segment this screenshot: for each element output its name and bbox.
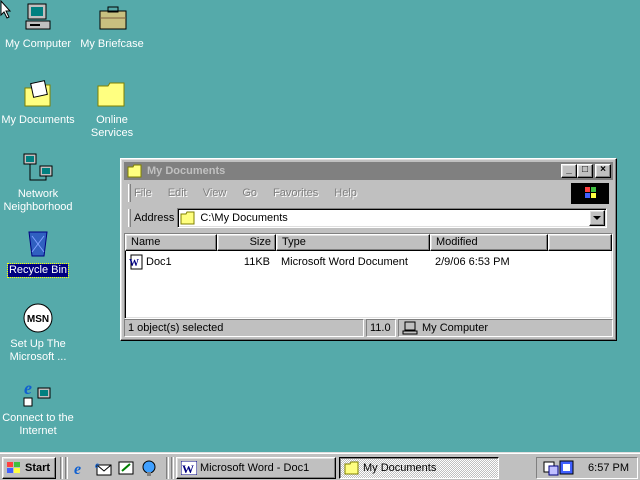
toolbar-grip[interactable] [128,184,131,202]
svg-text:e: e [74,461,81,477]
file-size: 11KB [243,255,270,268]
start-label: Start [25,462,51,474]
desktop-icon-label: Online Services [90,114,134,139]
menu-bar: File Edit View Go Favorites Help [124,181,613,205]
folder-icon [96,78,128,110]
column-header-name[interactable]: Name [125,234,217,251]
word-icon: W [181,461,197,475]
internet-connection-icon: e [22,376,54,408]
file-list[interactable]: Name Size Type Modified W Doc1 11KB Micr… [124,233,613,319]
list-header: Name Size Type Modified [125,234,612,251]
desktop-icon-online-services[interactable]: Online Services [74,78,150,140]
address-label: Address [134,212,175,224]
svg-text:e: e [24,378,32,398]
desktop-icon-connect-internet[interactable]: e Connect to the Internet [0,376,76,438]
recycle-bin-icon [22,228,54,260]
outlook-express-icon[interactable]: e [95,459,113,477]
chevron-down-icon [593,215,601,220]
taskbar-separator [171,457,174,479]
table-row[interactable]: W Doc1 11KB Microsoft Word Document 2/9/… [125,253,612,270]
svg-text:MSN: MSN [27,314,49,325]
address-value: C:\My Documents [200,212,288,224]
desktop-icon-label: Network Neighborhood [3,188,73,213]
scheduler-icon[interactable] [543,460,559,476]
desktop-icon-label: My Computer [4,38,72,50]
desktop-icon-label: My Briefcase [80,38,144,50]
minimize-button[interactable]: _ [561,164,577,178]
word-document-icon: W [129,254,143,269]
my-computer-icon [22,2,54,34]
taskbar-separator [166,457,169,479]
menu-edit[interactable]: Edit [168,187,187,199]
toolbar-grip[interactable] [128,209,131,227]
column-header-type[interactable]: Type [276,234,430,251]
status-location-pane: My Computer [398,319,613,337]
svg-text:W: W [129,258,139,269]
msn-icon: MSN [22,302,54,334]
column-header-filler [548,234,612,251]
address-bar: Address C:\My Documents [124,206,613,230]
folder-icon [180,211,195,225]
column-header-modified[interactable]: Modified [430,234,548,251]
desktop-icon-label: Set Up The Microsoft ... [9,338,67,363]
documents-folder-icon [22,78,54,110]
menu-favorites[interactable]: Favorites [273,187,318,199]
windows-logo-icon [7,462,20,473]
address-input[interactable]: C:\My Documents [177,208,607,228]
maximize-button[interactable]: □ [577,164,593,178]
network-tray-icon[interactable] [559,460,575,476]
column-header-size[interactable]: Size [217,234,276,251]
desktop-icon-my-documents[interactable]: My Documents [0,78,76,127]
status-bar: 1 object(s) selected 11.0 My Computer [124,319,613,337]
window-title: My Documents [147,165,226,177]
svg-text:W: W [182,462,194,475]
taskbar-separator [60,457,63,479]
folder-icon [127,164,142,178]
close-button[interactable]: × [595,164,611,178]
desktop-icon-network-neighborhood[interactable]: Network Neighborhood [0,152,76,214]
briefcase-icon [96,2,128,34]
desktop-icon-msn-setup[interactable]: MSN Set Up The Microsoft ... [0,302,76,364]
start-button[interactable]: Start [2,457,56,479]
menu-help[interactable]: Help [334,187,357,199]
channels-icon[interactable] [140,459,158,477]
task-button-word[interactable]: W Microsoft Word - Doc1 [176,457,336,479]
system-tray: 6:57 PM [536,457,638,479]
my-computer-icon [402,321,418,335]
address-dropdown-button[interactable] [589,210,605,226]
taskbar: Start e e W Microsoft Word - Doc1 My Doc… [0,452,640,480]
menu-view[interactable]: View [203,187,227,199]
internet-explorer-icon[interactable]: e [72,459,90,477]
menu-go[interactable]: Go [242,187,257,199]
task-button-my-documents[interactable]: My Documents [339,457,499,479]
task-label: Microsoft Word - Doc1 [200,462,310,474]
svg-text:e: e [95,460,99,470]
file-type: Microsoft Word Document [281,255,408,268]
status-location: My Computer [422,322,489,334]
task-label: My Documents [363,462,437,474]
show-desktop-icon[interactable] [117,459,135,477]
desktop-icon-label: My Documents [1,114,75,126]
mouse-cursor-icon [0,0,12,19]
taskbar-separator [65,457,68,479]
file-modified: 2/9/06 6:53 PM [435,255,510,268]
status-size: 11.0 [366,319,396,337]
desktop-icon-my-briefcase[interactable]: My Briefcase [74,2,150,51]
desktop-icon-label: Connect to the Internet [2,412,74,437]
title-bar[interactable]: My Documents _ □ × [124,162,613,180]
desktop-icon-recycle-bin[interactable]: Recycle Bin [0,228,76,278]
file-name: Doc1 [146,255,172,268]
status-selected: 1 object(s) selected [124,319,364,337]
file-name-cell: W Doc1 [125,254,217,270]
windows-logo-icon [571,183,609,204]
menu-file[interactable]: File [134,187,152,199]
network-icon [22,152,54,184]
clock[interactable]: 6:57 PM [588,462,629,474]
folder-icon [344,461,359,475]
explorer-window[interactable]: My Documents _ □ × File Edit View Go Fav… [120,158,617,341]
desktop-icon-label: Recycle Bin [6,263,70,278]
